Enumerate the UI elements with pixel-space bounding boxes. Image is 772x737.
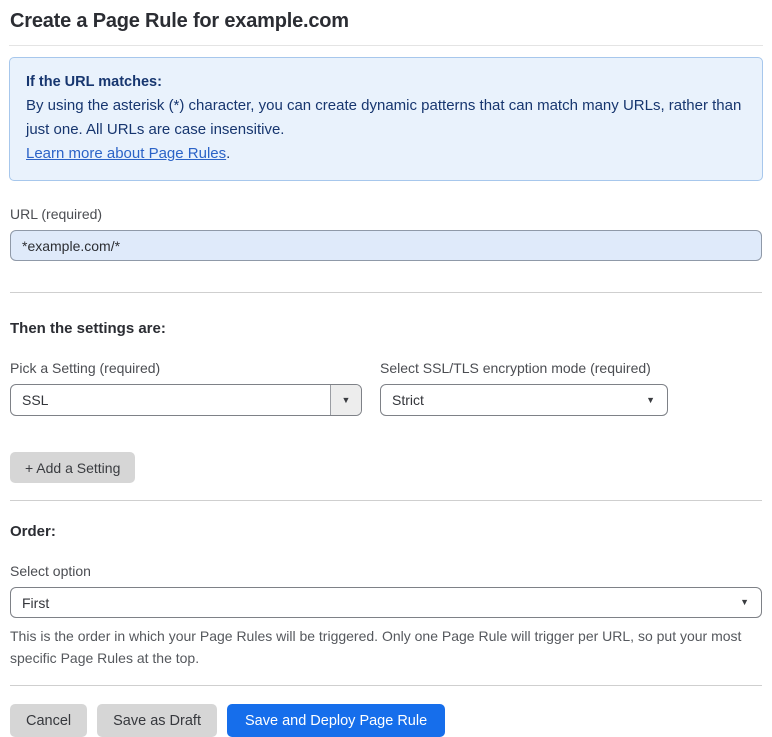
action-button-row: Cancel Save as Draft Save and Deploy Pag… bbox=[9, 704, 763, 737]
chevron-down-icon: ▼ bbox=[341, 394, 351, 405]
settings-select-row: Pick a Setting (required) SSL ▼ Select S… bbox=[9, 360, 763, 416]
ssl-mode-value: Strict bbox=[392, 392, 424, 408]
pick-setting-select[interactable]: SSL ▼ bbox=[10, 384, 362, 416]
pick-setting-field: Pick a Setting (required) SSL ▼ bbox=[10, 360, 362, 416]
order-select-value: First bbox=[22, 594, 50, 611]
url-match-info-box: If the URL matches: By using the asteris… bbox=[9, 57, 763, 181]
link-suffix: . bbox=[226, 145, 231, 162]
ssl-mode-label: Select SSL/TLS encryption mode (required… bbox=[380, 360, 651, 376]
pick-setting-label: Pick a Setting (required) bbox=[10, 360, 161, 376]
cancel-button[interactable]: Cancel bbox=[10, 704, 88, 737]
order-description: This is the order in which your Page Rul… bbox=[10, 628, 742, 666]
page-title: Create a Page Rule for example.com bbox=[10, 10, 349, 32]
select-arrow: ▼ bbox=[740, 598, 761, 607]
pick-setting-value: SSL bbox=[22, 392, 49, 408]
url-field-block: URL (required) bbox=[9, 206, 763, 261]
save-deploy-button[interactable]: Save and Deploy Page Rule bbox=[226, 704, 446, 737]
order-field-block: Select option First ▼ bbox=[9, 563, 763, 618]
select-arrow-button[interactable]: ▼ bbox=[330, 385, 361, 415]
footer-divider bbox=[10, 685, 762, 686]
settings-section-heading: Then the settings are: bbox=[10, 320, 166, 337]
add-setting-button[interactable]: + Add a Setting bbox=[10, 452, 136, 483]
order-section-heading: Order: bbox=[10, 523, 56, 540]
chevron-down-icon: ▼ bbox=[646, 394, 655, 405]
ssl-mode-field: Select SSL/TLS encryption mode (required… bbox=[380, 360, 668, 416]
ssl-mode-select[interactable]: Strict ▼ bbox=[380, 384, 668, 416]
info-box-heading: If the URL matches: bbox=[26, 74, 162, 90]
order-select-label: Select option bbox=[10, 563, 91, 579]
section-divider bbox=[10, 292, 762, 293]
page-rule-form: Create a Page Rule for example.com If th… bbox=[0, 0, 772, 737]
chevron-down-icon: ▼ bbox=[740, 597, 749, 607]
learn-more-link[interactable]: Learn more about Page Rules bbox=[26, 145, 226, 162]
save-draft-button[interactable]: Save as Draft bbox=[97, 704, 217, 737]
info-box-link-line: Learn more about Page Rules. bbox=[26, 142, 746, 166]
url-input[interactable] bbox=[10, 230, 762, 261]
select-arrow: ▼ bbox=[646, 394, 667, 405]
page-header: Create a Page Rule for example.com bbox=[9, 0, 763, 46]
order-select[interactable]: First ▼ bbox=[10, 587, 762, 618]
info-box-body: By using the asterisk (*) character, you… bbox=[26, 97, 742, 138]
section-divider bbox=[10, 500, 762, 501]
url-field-label: URL (required) bbox=[10, 206, 103, 222]
